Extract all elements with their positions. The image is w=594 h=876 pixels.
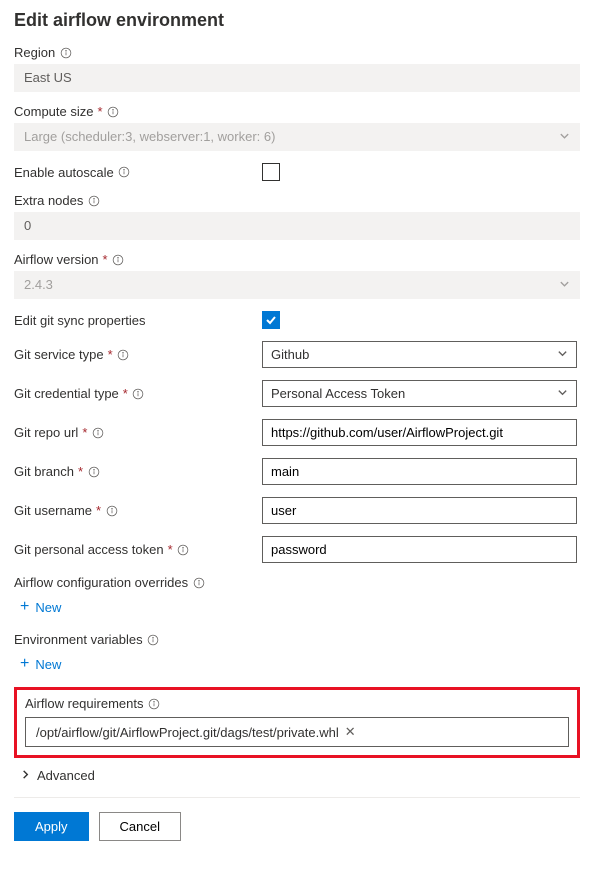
airflow-version-label: Airflow version [14, 252, 99, 267]
required-indicator: * [96, 503, 101, 518]
git-branch-label: Git branch [14, 464, 74, 479]
required-indicator: * [78, 464, 83, 479]
info-icon[interactable] [147, 633, 160, 646]
git-repo-url-label: Git repo url [14, 425, 78, 440]
info-icon[interactable] [118, 166, 131, 179]
requirements-highlight: Airflow requirements /opt/airflow/git/Ai… [14, 687, 580, 758]
info-icon[interactable] [105, 504, 118, 517]
git-credential-type-label: Git credential type [14, 386, 119, 401]
info-icon[interactable] [91, 426, 104, 439]
remove-tag-icon[interactable]: ✕ [345, 724, 356, 740]
compute-label: Compute size [14, 104, 93, 119]
required-indicator: * [108, 347, 113, 362]
region-value: East US [14, 64, 580, 92]
required-indicator: * [168, 542, 173, 557]
separator [14, 797, 580, 798]
airflow-version-select-disabled: 2.4.3 [14, 271, 580, 299]
required-indicator: * [82, 425, 87, 440]
git-pat-input[interactable] [262, 536, 577, 563]
required-indicator: * [97, 104, 102, 119]
config-overrides-label: Airflow configuration overrides [14, 575, 188, 590]
edit-git-sync-label: Edit git sync properties [14, 313, 146, 328]
autoscale-checkbox[interactable] [262, 163, 280, 181]
git-repo-url-input[interactable] [262, 419, 577, 446]
cancel-button[interactable]: Cancel [99, 812, 181, 841]
info-icon[interactable] [59, 46, 72, 59]
info-icon[interactable] [112, 253, 125, 266]
git-pat-label: Git personal access token [14, 542, 164, 557]
env-vars-add-button[interactable]: + New [14, 653, 61, 675]
git-service-type-select[interactable]: Github [262, 341, 577, 368]
chevron-down-icon [557, 386, 568, 401]
autoscale-label: Enable autoscale [14, 165, 114, 180]
git-username-input[interactable] [262, 497, 577, 524]
info-icon[interactable] [177, 543, 190, 556]
info-icon[interactable] [192, 576, 205, 589]
extra-nodes-label: Extra nodes [14, 193, 83, 208]
info-icon[interactable] [87, 194, 100, 207]
info-icon[interactable] [107, 105, 120, 118]
info-icon[interactable] [117, 348, 130, 361]
chevron-down-icon [559, 278, 570, 293]
chevron-down-icon [557, 347, 568, 362]
info-icon[interactable] [132, 387, 145, 400]
region-label: Region [14, 45, 55, 60]
git-credential-type-select[interactable]: Personal Access Token [262, 380, 577, 407]
git-username-label: Git username [14, 503, 92, 518]
compute-select-disabled: Large (scheduler:3, webserver:1, worker:… [14, 123, 580, 151]
extra-nodes-value: 0 [14, 212, 580, 240]
git-service-type-label: Git service type [14, 347, 104, 362]
edit-git-sync-checkbox[interactable] [262, 311, 280, 329]
chevron-right-icon [20, 768, 31, 783]
apply-button[interactable]: Apply [14, 812, 89, 841]
info-icon[interactable] [87, 465, 100, 478]
required-indicator: * [103, 252, 108, 267]
page-title: Edit airflow environment [14, 10, 580, 31]
env-vars-label: Environment variables [14, 632, 143, 647]
git-branch-input[interactable] [262, 458, 577, 485]
chevron-down-icon [559, 130, 570, 145]
requirements-input[interactable]: /opt/airflow/git/AirflowProject.git/dags… [25, 717, 569, 747]
advanced-expander[interactable]: Advanced [20, 768, 580, 783]
requirement-tag: /opt/airflow/git/AirflowProject.git/dags… [32, 722, 360, 742]
plus-icon: + [20, 598, 29, 616]
plus-icon: + [20, 655, 29, 673]
requirements-label: Airflow requirements [25, 696, 144, 711]
info-icon[interactable] [148, 697, 161, 710]
config-overrides-add-button[interactable]: + New [14, 596, 61, 618]
required-indicator: * [123, 386, 128, 401]
